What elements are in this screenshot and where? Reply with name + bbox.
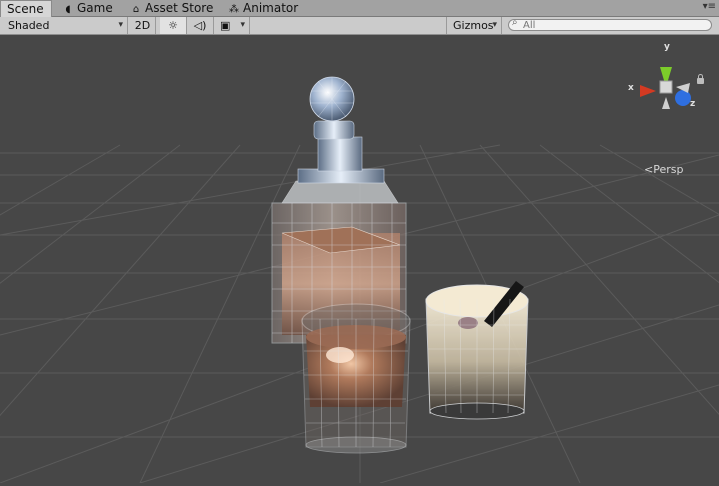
gizmos-dropdown[interactable]: Gizmos bbox=[446, 17, 502, 34]
scene-effects-dropdown[interactable]: ▣ bbox=[214, 17, 250, 34]
shading-mode-label: Shaded bbox=[8, 19, 50, 32]
orientation-gizmo[interactable] bbox=[640, 67, 691, 109]
scene-viewport[interactable]: y x z <Persp bbox=[0, 35, 719, 484]
image-icon: ▣ bbox=[220, 19, 231, 32]
pacman-icon: ◖ bbox=[65, 4, 71, 15]
whiskey-glass-model[interactable] bbox=[301, 303, 411, 454]
tab-menu-icon[interactable]: ▾≡ bbox=[703, 1, 716, 12]
lock-icon[interactable] bbox=[697, 74, 704, 84]
animator-icon: ⁂ bbox=[229, 4, 239, 15]
gizmo-center-cube[interactable] bbox=[659, 80, 673, 94]
cream-drink-glass-model[interactable] bbox=[425, 281, 529, 420]
gizmos-label: Gizmos bbox=[453, 19, 494, 32]
x-axis-cone[interactable] bbox=[640, 85, 656, 97]
scene-search-field[interactable]: ⌕ bbox=[508, 17, 712, 31]
projection-toggle[interactable]: <Persp bbox=[644, 163, 683, 176]
projection-label: Persp bbox=[653, 163, 684, 176]
decanter-model[interactable] bbox=[271, 76, 407, 344]
x-axis-label: x bbox=[628, 83, 634, 93]
shading-mode-dropdown[interactable]: Shaded bbox=[0, 17, 128, 34]
persp-arrow-icon: < bbox=[644, 163, 654, 176]
y-axis-label: y bbox=[664, 42, 670, 52]
asset-store-tab-label: Asset Store bbox=[145, 1, 214, 15]
speaker-icon: ◁) bbox=[193, 19, 207, 32]
scene-tab-label: Scene bbox=[7, 2, 44, 16]
animator-tab-label: Animator bbox=[243, 1, 299, 15]
toggle-2d-label: 2D bbox=[134, 19, 151, 32]
scene-audio-button[interactable]: ◁) bbox=[187, 17, 214, 34]
z-axis-cone[interactable] bbox=[675, 90, 691, 106]
tab-animator[interactable]: ⁂ Animator bbox=[222, 0, 304, 16]
editor-tab-bar: Scene ◖ Game ⌂ Asset Store ⁂ Animator ▾≡ bbox=[0, 0, 719, 17]
game-tab-label: Game bbox=[77, 1, 113, 15]
scene-render bbox=[0, 67, 719, 484]
tab-game[interactable]: ◖ Game bbox=[56, 0, 119, 16]
scene-search-input[interactable] bbox=[523, 19, 703, 31]
z-axis-label: z bbox=[690, 99, 696, 109]
search-icon: ⌕ bbox=[512, 17, 518, 28]
sun-icon: ☼ bbox=[168, 19, 178, 32]
store-icon: ⌂ bbox=[132, 4, 140, 15]
toggle-2d-button[interactable]: 2D bbox=[130, 17, 156, 34]
tab-scene[interactable]: Scene bbox=[0, 0, 52, 17]
tab-asset-store[interactable]: ⌂ Asset Store bbox=[124, 0, 219, 16]
scene-toolbar: Shaded 2D ☼ ◁) ▣ Gizmos ⌕ bbox=[0, 17, 719, 35]
scene-lighting-button[interactable]: ☼ bbox=[160, 17, 187, 34]
